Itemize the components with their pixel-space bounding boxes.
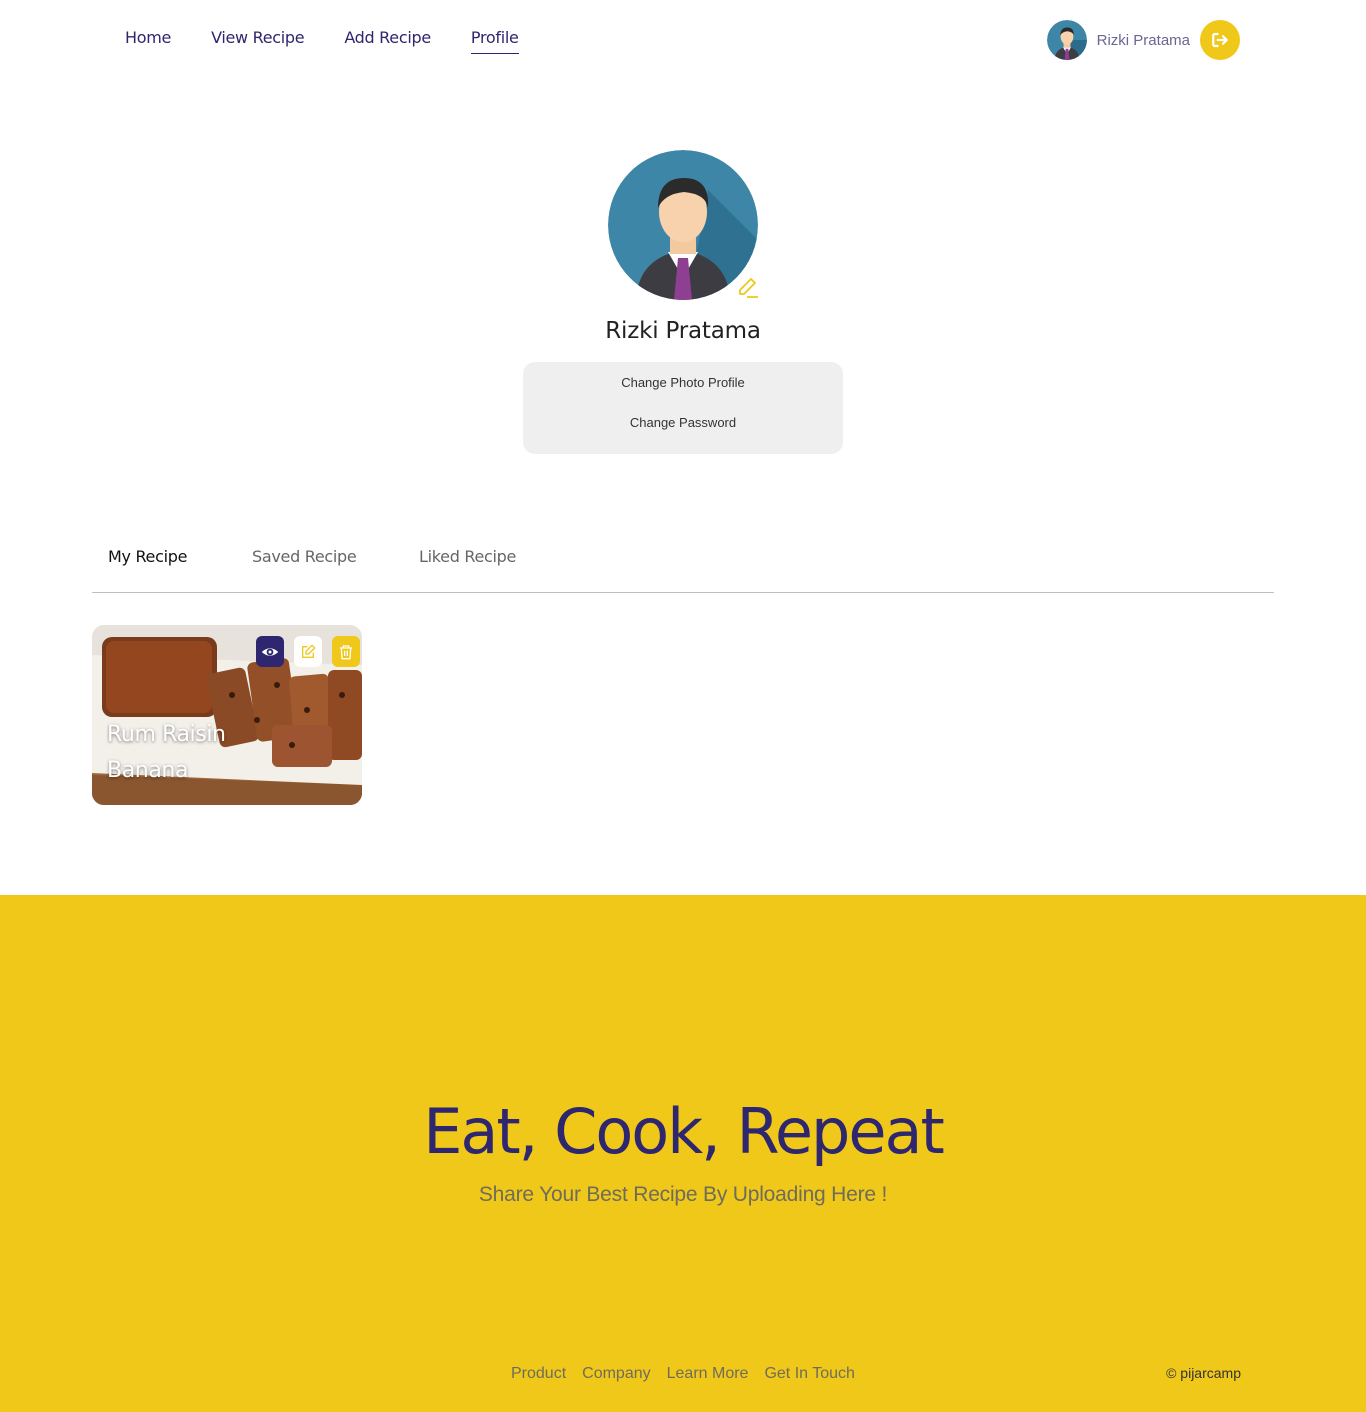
profile-section: Rizki Pratama Change Photo Profile Chang… — [0, 150, 1366, 454]
nav-links: Home View Recipe Add Recipe Profile — [125, 28, 519, 54]
nav-add-recipe-link[interactable]: Add Recipe — [344, 28, 431, 54]
delete-recipe-button[interactable] — [332, 636, 360, 667]
user-area: Rizki Pratama — [1046, 20, 1240, 60]
footer-subtitle: Share Your Best Recipe By Uploading Here… — [478, 1183, 888, 1206]
edit-avatar-button[interactable] — [736, 276, 760, 300]
tab-saved-recipe[interactable]: Saved Recipe — [252, 547, 357, 566]
change-photo-profile-item[interactable]: Change Photo Profile — [523, 368, 843, 408]
edit-icon — [302, 644, 316, 658]
footer-link-get-in-touch[interactable]: Get In Touch — [764, 1365, 854, 1383]
nav-home-link[interactable]: Home — [125, 28, 171, 54]
footer-link-company[interactable]: Company — [582, 1365, 650, 1383]
profile-name: Rizki Pratama — [605, 318, 761, 344]
user-avatar-icon — [1046, 20, 1087, 60]
nav-view-recipe-link[interactable]: View Recipe — [211, 28, 305, 54]
logout-icon — [1212, 32, 1228, 48]
view-recipe-button[interactable] — [256, 636, 284, 667]
user-name[interactable]: Rizki Pratama — [1097, 32, 1190, 49]
footer-title: Eat, Cook, Repeat — [423, 1095, 945, 1168]
change-password-item[interactable]: Change Password — [523, 408, 843, 448]
nav-profile-link[interactable]: Profile — [470, 28, 519, 54]
recipe-tabs: My Recipe Saved Recipe Liked Recipe — [92, 540, 1274, 593]
footer-link-product[interactable]: Product — [511, 1365, 566, 1383]
copyright: © pijarcamp — [1166, 1365, 1241, 1381]
tab-liked-recipe[interactable]: Liked Recipe — [419, 547, 516, 566]
profile-avatar-wrap — [608, 150, 758, 300]
footer-links: Product Company Learn More Get In Touch — [511, 1365, 855, 1383]
navbar: Home View Recipe Add Recipe Profile Rizk… — [0, 0, 1366, 80]
recipe-title: Rum Raisin Banana — [107, 722, 226, 783]
footer: Eat, Cook, Repeat Share Your Best Recipe… — [0, 895, 1366, 1412]
eye-icon — [261, 647, 279, 656]
trash-icon — [340, 644, 352, 659]
pencil-icon — [739, 278, 758, 298]
logout-button[interactable] — [1200, 20, 1240, 60]
recipe-card[interactable]: Rum Raisin Banana — [92, 625, 362, 805]
card-actions — [256, 636, 360, 667]
edit-recipe-button[interactable] — [294, 636, 322, 667]
user-avatar[interactable] — [1046, 20, 1087, 60]
tab-my-recipe[interactable]: My Recipe — [108, 547, 187, 566]
profile-menu: Change Photo Profile Change Password — [523, 362, 843, 454]
footer-link-learn-more[interactable]: Learn More — [667, 1365, 749, 1383]
